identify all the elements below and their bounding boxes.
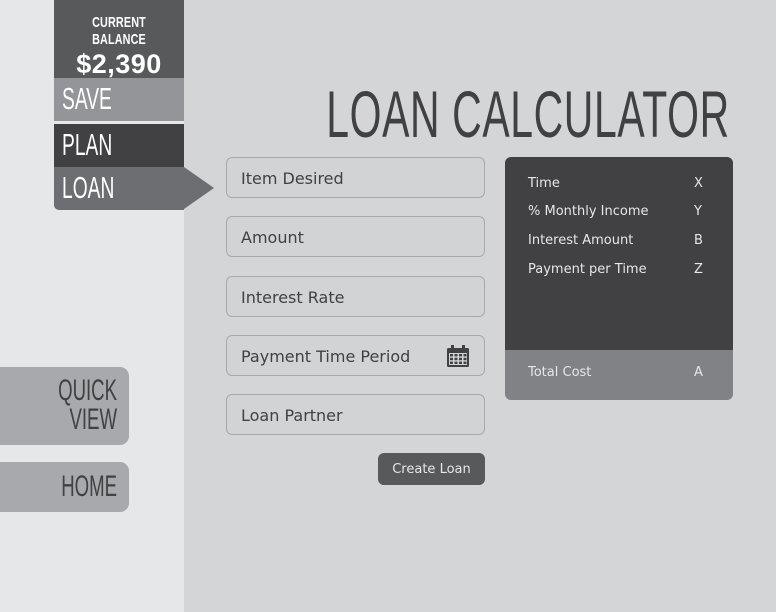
interest-rate-field[interactable]: Interest Rate [226, 276, 485, 317]
loan-partner-field[interactable]: Loan Partner [226, 394, 485, 435]
nav-loan-label: LOAN [62, 170, 115, 205]
balance-amount: $2,390 [76, 49, 162, 79]
quick-view-label-line2: VIEW [69, 403, 117, 436]
interest-rate-placeholder: Interest Rate [241, 288, 345, 307]
nav-loan[interactable]: LOAN [54, 167, 214, 210]
nav-save[interactable]: SAVE [54, 78, 184, 121]
amount-placeholder: Amount [241, 228, 304, 247]
item-desired-field[interactable]: Item Desired [226, 157, 485, 198]
summary-row-label: Payment per Time [528, 262, 647, 277]
item-desired-placeholder: Item Desired [241, 169, 344, 188]
summary-row-interest-amount: Interest Amount B [505, 233, 733, 251]
summary-row-label: Time [528, 176, 560, 191]
total-cost-label: Total Cost [528, 365, 592, 380]
calendar-icon[interactable] [447, 345, 469, 367]
loan-summary-panel: Time X % Monthly Income Y Interest Amoun… [505, 157, 733, 400]
summary-row-time: Time X [505, 176, 733, 194]
active-arrow-indicator [184, 167, 214, 209]
current-balance-panel: CURRENT BALANCE $2,390 [54, 0, 184, 79]
home-label: HOME [61, 470, 117, 503]
summary-row-label: % Monthly Income [528, 204, 649, 219]
nav-save-label: SAVE [62, 81, 112, 116]
payment-time-period-field[interactable]: Payment Time Period [226, 335, 485, 376]
home-button[interactable]: HOME [0, 462, 129, 512]
nav-plan-label: PLAN [62, 127, 113, 162]
create-loan-button[interactable]: Create Loan [378, 453, 485, 485]
summary-row-value: Z [694, 262, 703, 277]
amount-field[interactable]: Amount [226, 216, 485, 257]
page-title: LOAN CALCULATOR [326, 77, 730, 151]
summary-row-value: X [694, 176, 703, 191]
nav-plan[interactable]: PLAN [54, 124, 184, 167]
summary-total-cost: Total Cost A [505, 365, 733, 383]
quick-view-button[interactable]: QUICK VIEW [0, 367, 129, 445]
summary-row-payment-per-time: Payment per Time Z [505, 262, 733, 280]
quick-view-label: QUICK VIEW [58, 376, 117, 436]
loan-partner-placeholder: Loan Partner [241, 406, 343, 425]
summary-row-monthly-income: % Monthly Income Y [505, 204, 733, 222]
summary-row-value: Y [694, 204, 702, 219]
summary-row-value: B [694, 233, 703, 248]
balance-label: CURRENT BALANCE [92, 14, 146, 48]
payment-time-period-placeholder: Payment Time Period [241, 347, 411, 366]
summary-row-label: Interest Amount [528, 233, 634, 248]
total-cost-value: A [694, 365, 703, 380]
